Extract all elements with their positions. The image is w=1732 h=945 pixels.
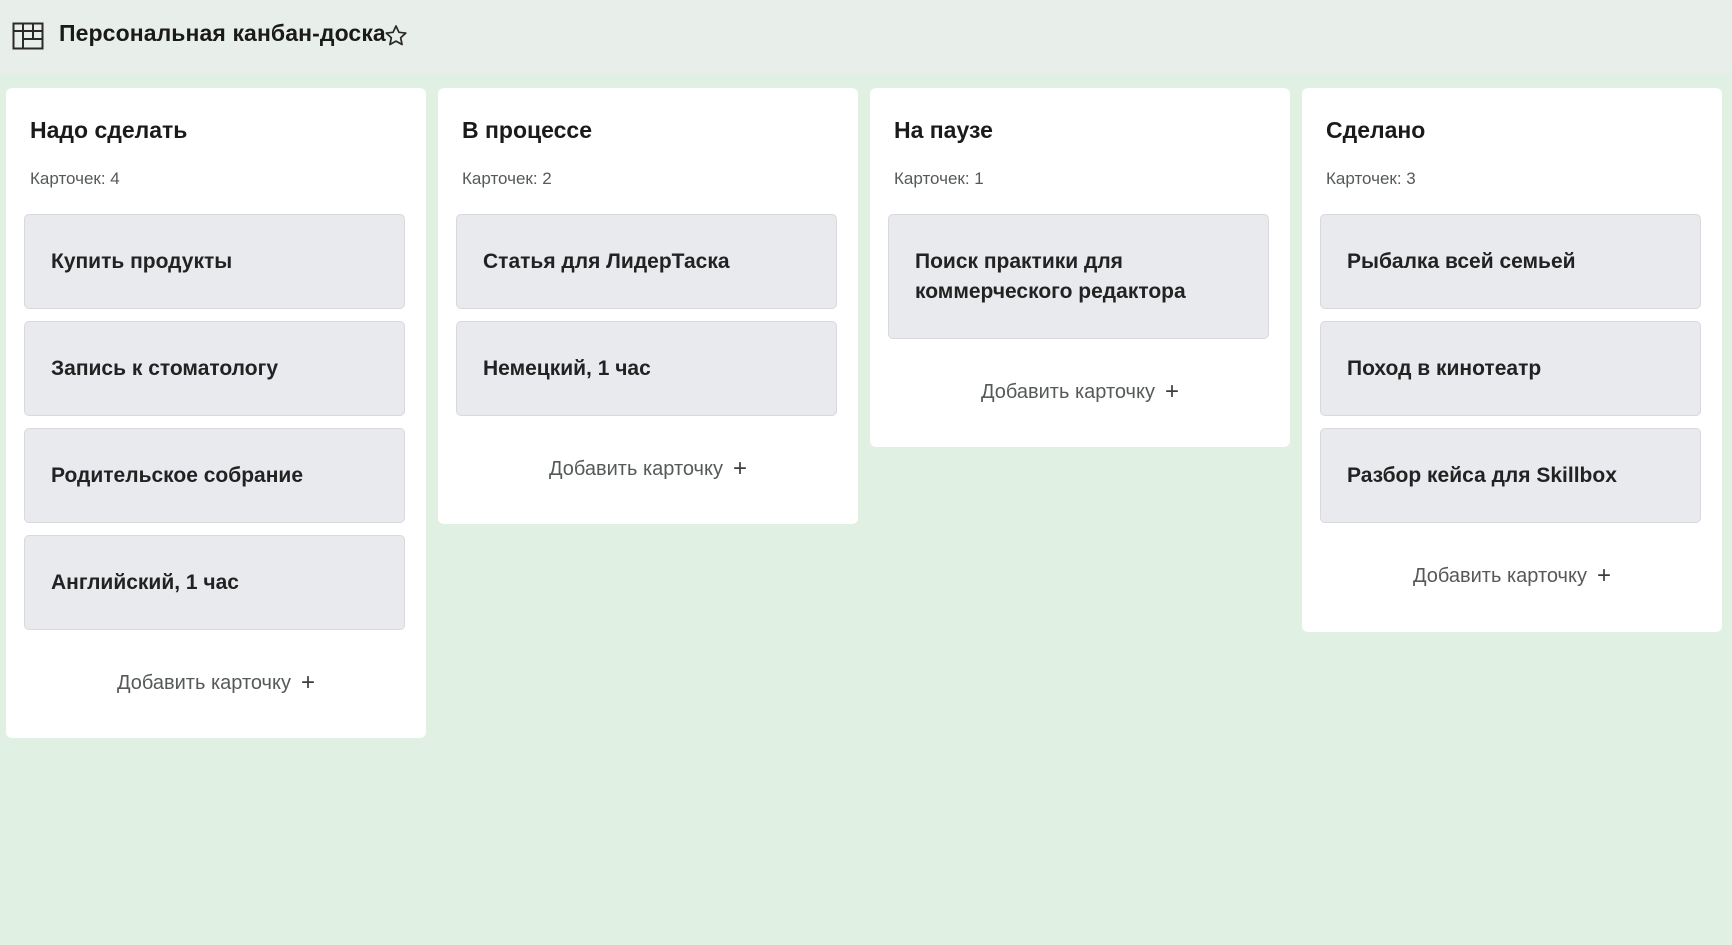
add-card-button[interactable]: Добавить карточку + <box>6 669 426 696</box>
card[interactable]: Разбор кейса для Skillbox <box>1320 428 1701 523</box>
plus-icon: + <box>300 669 315 696</box>
plus-icon: + <box>1596 562 1611 589</box>
plus-icon: + <box>732 455 747 482</box>
column-title: В процессе <box>462 117 592 143</box>
card[interactable]: Купить продукты <box>24 214 405 309</box>
column-title: Сделано <box>1326 117 1426 143</box>
plus-icon: + <box>1164 378 1179 405</box>
card[interactable]: Рыбалка всей семьей <box>1320 214 1701 309</box>
card[interactable]: Английский, 1 час <box>24 535 405 630</box>
column-in-progress: В процессе Карточек: 2 Статья для ЛидерТ… <box>438 88 858 524</box>
column-title: Надо сделать <box>30 117 188 143</box>
card[interactable]: Немецкий, 1 час <box>456 321 837 416</box>
card-count: Карточек: 1 <box>894 169 984 188</box>
card[interactable]: Поиск практики для коммерческого редакто… <box>888 214 1269 339</box>
board-title: Персональная канбан-доска <box>59 20 386 46</box>
column-todo: Надо сделать Карточек: 4 Купить продукты… <box>6 88 426 738</box>
add-card-label: Добавить карточку <box>549 458 723 480</box>
column-done: Сделано Карточек: 3 Рыбалка всей семьей … <box>1302 88 1722 632</box>
card-count: Карточек: 4 <box>30 169 120 188</box>
column-title: На паузе <box>894 117 993 143</box>
card[interactable]: Родительское собрание <box>24 428 405 523</box>
board-header: Персональная канбан-доска <box>0 0 1732 73</box>
star-outline-icon[interactable] <box>383 23 409 49</box>
kanban-board-icon <box>12 22 44 50</box>
add-card-button[interactable]: Добавить карточку + <box>1302 562 1722 589</box>
card[interactable]: Запись к стоматологу <box>24 321 405 416</box>
add-card-label: Добавить карточку <box>117 672 291 694</box>
card[interactable]: Статья для ЛидерТаска <box>456 214 837 309</box>
add-card-button[interactable]: Добавить карточку + <box>870 378 1290 405</box>
card-count: Карточек: 3 <box>1326 169 1416 188</box>
add-card-label: Добавить карточку <box>1413 565 1587 587</box>
column-paused: На паузе Карточек: 1 Поиск практики для … <box>870 88 1290 447</box>
add-card-label: Добавить карточку <box>981 381 1155 403</box>
card[interactable]: Поход в кинотеатр <box>1320 321 1701 416</box>
card-count: Карточек: 2 <box>462 169 552 188</box>
add-card-button[interactable]: Добавить карточку + <box>438 455 858 482</box>
